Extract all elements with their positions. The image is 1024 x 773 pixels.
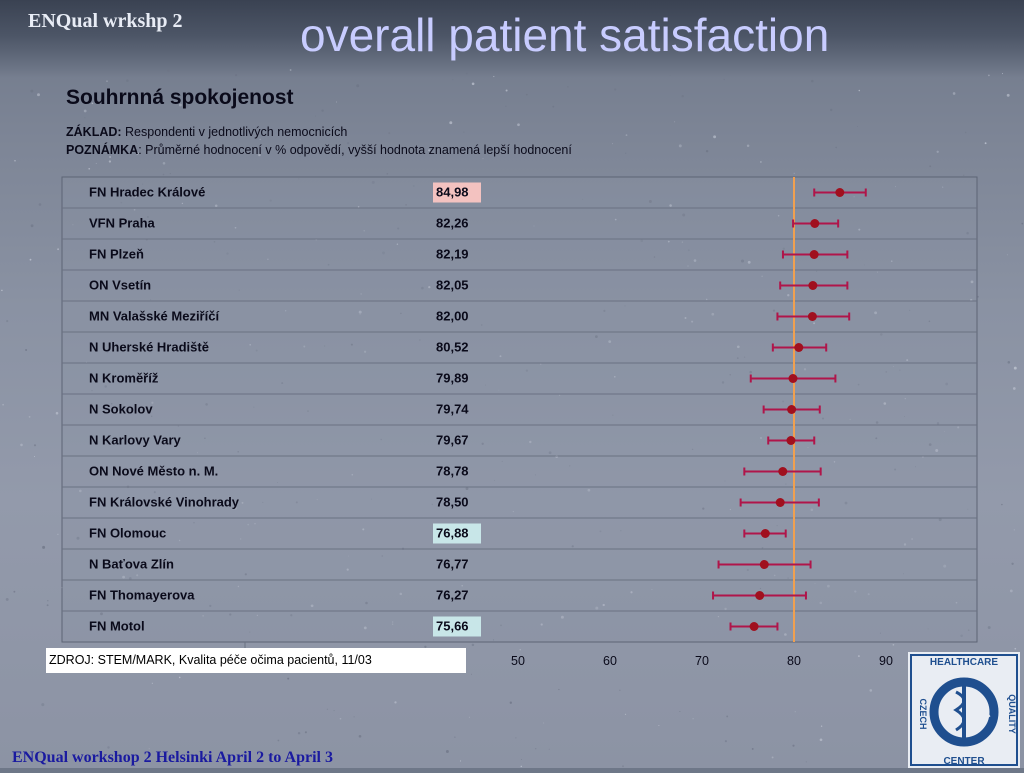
data-point [760, 529, 770, 538]
value-label: 82,05 [436, 278, 469, 293]
data-point [759, 560, 769, 569]
data-point [787, 405, 797, 414]
footer-text: ENQual workshop 2 Helsinki April 2 to Ap… [12, 749, 333, 766]
value-label: 78,50 [436, 495, 469, 510]
hospital-label: N Karlovy Vary [89, 433, 182, 448]
data-point [755, 591, 765, 600]
value-label: 76,77 [436, 557, 469, 572]
data-point [807, 312, 817, 321]
hospital-label: FN Plzeň [89, 247, 144, 262]
hospital-label: N Kroměříž [89, 371, 159, 386]
x-tick-label: 60 [603, 654, 617, 668]
hospital-label: N Uherské Hradiště [89, 340, 209, 355]
value-label: 82,00 [436, 309, 469, 324]
value-label: 80,52 [436, 340, 469, 355]
value-label: 75,66 [436, 619, 469, 634]
value-label: 78,78 [436, 464, 469, 479]
hospital-label: FN Thomayerova [89, 588, 195, 603]
data-point [794, 343, 804, 352]
chart-frame [61, 176, 978, 643]
data-point [778, 467, 788, 476]
hospital-label: FN Olomouc [89, 526, 166, 541]
logo-bottom-text: CENTER [943, 756, 985, 767]
data-point [809, 250, 819, 259]
data-point [835, 188, 845, 197]
hospital-label: MN Valašské Meziříčí [89, 309, 219, 324]
data-point [788, 374, 798, 383]
value-label: 76,27 [436, 588, 469, 603]
hospital-label: ON Nové Město n. M. [89, 464, 218, 479]
value-label: 76,88 [436, 526, 469, 541]
data-point [808, 281, 818, 290]
data-point [786, 436, 796, 445]
hospital-label: FN Motol [89, 619, 145, 634]
value-label: 79,67 [436, 433, 469, 448]
value-label: 82,26 [436, 216, 469, 231]
hospital-label: FN Hradec Králové [89, 185, 205, 200]
value-label: 79,89 [436, 371, 469, 386]
data-point [810, 219, 820, 228]
hospital-label: N Baťova Zlín [89, 557, 174, 572]
hospital-label: ON Vsetín [89, 278, 151, 293]
logo-right-text: QUALITY [1007, 694, 1017, 734]
logo-top-text: HEALTHCARE [930, 657, 998, 668]
x-tick-label: 50 [511, 654, 525, 668]
data-point [749, 622, 759, 631]
value-label: 82,19 [436, 247, 469, 262]
hospital-label: N Sokolov [89, 402, 153, 417]
hospital-label: VFN Praha [89, 216, 156, 231]
value-label: 79,74 [436, 402, 469, 417]
logo-left-text: CZECH [918, 699, 928, 730]
data-point [775, 498, 785, 507]
hospital-label: FN Královské Vinohrady [89, 495, 240, 510]
value-label: 84,98 [436, 185, 469, 200]
quality-center-logo: HEALTHCARE CENTER CZECH QUALITY [908, 652, 1020, 768]
source-note: ZDROJ: STEM/MARK, Kvalita péče očima pac… [46, 648, 466, 673]
x-tick-label: 70 [695, 654, 709, 668]
x-tick-label: 80 [787, 654, 801, 668]
x-tick-label: 90 [879, 654, 893, 668]
